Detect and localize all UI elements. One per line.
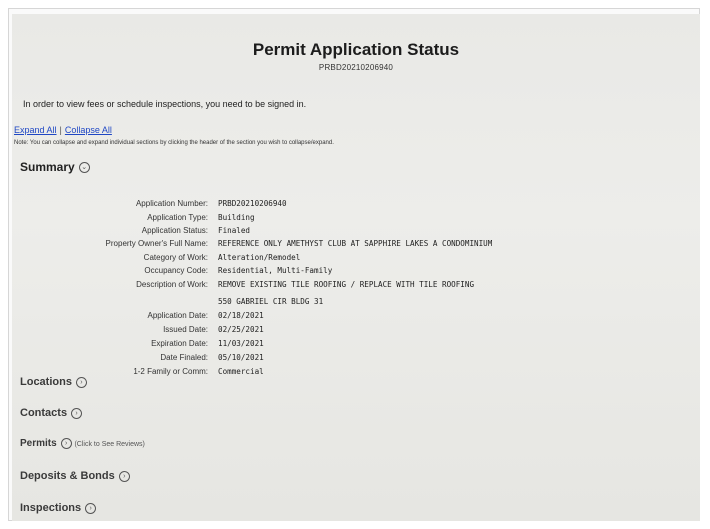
permits-subnote: (Click to See Reviews)	[74, 441, 145, 449]
summary-field-label: Application Date:	[147, 311, 208, 320]
summary-field-label: Property Owner's Full Name:	[105, 239, 208, 248]
summary-field-label: Application Type:	[147, 213, 208, 222]
summary-field-value: Building	[218, 213, 255, 222]
summary-field-value: Finaled	[218, 226, 251, 235]
inspections-section-header[interactable]: Inspections ›	[20, 502, 97, 514]
summary-field-value: 550 GABRIEL CIR BLDG 31	[218, 297, 324, 306]
summary-field-label: Occupancy Code:	[144, 266, 208, 275]
summary-field-label: 1-2 Family or Comm:	[133, 367, 208, 376]
expand-collapse-links: Expand All | Collapse All	[14, 125, 112, 135]
expand-toggle-icon: ›	[85, 502, 97, 514]
expand-toggle-icon: ›	[118, 470, 130, 482]
deposits-bonds-section-header[interactable]: Deposits & Bonds ›	[20, 470, 130, 482]
summary-field-value: Residential, Multi-Family	[218, 266, 333, 275]
summary-field-value: 05/10/2021	[218, 353, 264, 362]
summary-field-value: Alteration/Remodel	[218, 253, 301, 262]
locations-section-header[interactable]: Locations ›	[20, 376, 87, 388]
collapse-toggle-icon: ⌄	[78, 162, 90, 174]
signin-notice: In order to view fees or schedule inspec…	[23, 99, 307, 109]
collapse-note: Note: You can collapse and expand indivi…	[14, 140, 334, 146]
expand-toggle-icon: ›	[60, 438, 72, 449]
summary-field-value: 02/18/2021	[218, 311, 264, 320]
permit-number: PRBD20210206940	[318, 63, 394, 72]
summary-header-label: Summary	[20, 160, 75, 174]
summary-field-value: Commercial	[218, 367, 264, 376]
deposits-header-label: Deposits & Bonds	[20, 470, 115, 482]
summary-section-header[interactable]: Summary ⌄	[20, 160, 90, 174]
summary-field-label: Application Status:	[141, 226, 208, 235]
expand-toggle-icon: ›	[71, 407, 83, 419]
collapse-all-link[interactable]: Collapse All	[65, 125, 112, 135]
link-separator: |	[59, 125, 62, 135]
summary-field-value: REFERENCE ONLY AMETHYST CLUB AT SAPPHIRE…	[218, 239, 493, 248]
summary-field-label: Expiration Date:	[151, 339, 208, 348]
summary-field-label: Date Finaled:	[160, 353, 208, 362]
expand-toggle-icon: ›	[75, 376, 87, 388]
summary-field-label: Issued Date:	[163, 325, 208, 334]
expand-all-link[interactable]: Expand All	[14, 125, 57, 135]
permits-section-header[interactable]: Permits › (Click to See Reviews)	[20, 438, 145, 449]
page-title: Permit Application Status	[252, 40, 460, 59]
inspections-header-label: Inspections	[20, 502, 82, 514]
contacts-header-label: Contacts	[20, 407, 68, 419]
summary-field-label: Application Number:	[135, 199, 208, 208]
summary-field-value: 02/25/2021	[218, 325, 264, 334]
permit-status-page: Permit Application Status PRBD2021020694…	[12, 14, 700, 521]
summary-field-label: Description of Work:	[136, 280, 208, 289]
permits-header-label: Permits	[20, 438, 57, 450]
summary-field-label: Category of Work:	[143, 253, 208, 262]
contacts-section-header[interactable]: Contacts ›	[20, 407, 83, 419]
summary-field-value: REMOVE EXISTING TILE ROOFING / REPLACE W…	[218, 280, 475, 289]
locations-header-label: Locations	[20, 376, 72, 388]
summary-field-value: 11/03/2021	[218, 339, 264, 348]
summary-field-value: PRBD20210206940	[218, 199, 287, 208]
